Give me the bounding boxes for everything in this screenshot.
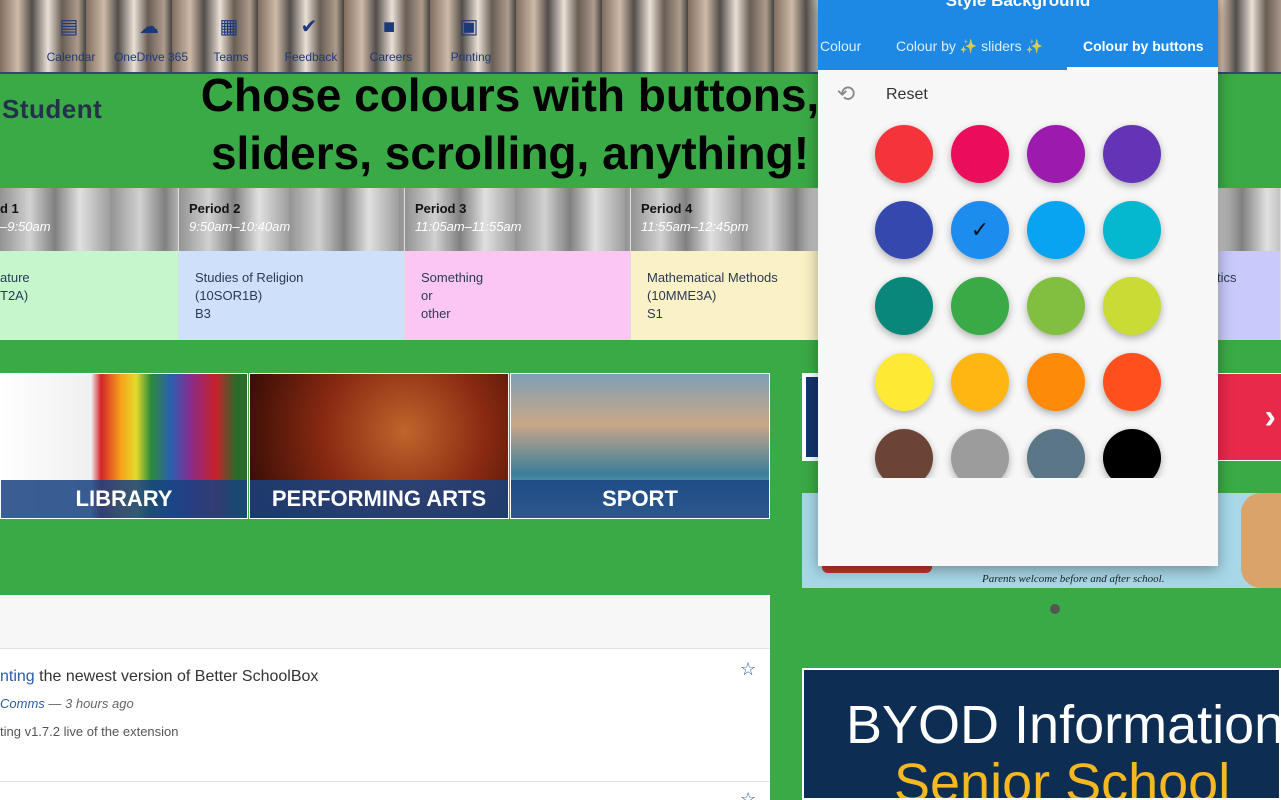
calendar-icon: ▤ — [59, 16, 79, 38]
news-list: nting the newest version of Better Schoo… — [0, 649, 770, 800]
style-background-popup: Style Background Colour Colour by ✨ slid… — [818, 0, 1218, 566]
tab-colour-by-sliders[interactable]: Colour by ✨ sliders ✨ — [896, 38, 1043, 55]
period-time: 9:50am–10:40am — [189, 219, 291, 234]
subject-name: Studies of Religion — [195, 270, 304, 285]
nav-item-label: Printing — [450, 50, 492, 64]
period-name: Period 2 — [189, 201, 241, 216]
subject-name: Mathematical Methods — [647, 270, 778, 285]
carousel-dot[interactable] — [1050, 604, 1060, 614]
period-name: d 1 — [0, 201, 19, 216]
colour-swatch[interactable] — [875, 201, 933, 259]
period-name: Period 4 — [641, 201, 693, 216]
news-item-title[interactable]: nting the newest version of Better Schoo… — [0, 668, 318, 686]
period-header-3: Period 3 11:05am–11:55am — [405, 188, 631, 251]
colour-swatch[interactable] — [1103, 125, 1161, 183]
period-cell-2[interactable]: Studies of Religion (10SOR1B) B3 — [179, 251, 405, 340]
tab-colour[interactable]: Colour — [820, 38, 861, 54]
colour-swatch[interactable] — [1103, 429, 1161, 478]
nav-item-label: Feedback — [284, 50, 338, 64]
swatch-grid: ✓ — [818, 110, 1218, 478]
colour-swatch[interactable] — [1103, 277, 1161, 335]
page-title: Student — [2, 94, 103, 124]
tile-label: PERFORMING ARTS — [250, 480, 508, 518]
star-icon[interactable]: ☆ — [740, 659, 756, 680]
byod-subtitle: Senior School — [894, 753, 1231, 800]
period-time: 11:05am–11:55am — [415, 219, 522, 234]
nav-item-label: OneDrive 365 — [113, 50, 189, 64]
colour-swatch[interactable] — [951, 353, 1009, 411]
news-header — [0, 595, 770, 649]
news-item-meta: Comms — 3 hours ago — [0, 696, 134, 711]
chevron-right-icon: › — [1264, 398, 1276, 436]
nav-item-label: Careers — [369, 50, 413, 64]
period-header-1: d 1 –9:50am — [0, 188, 179, 251]
colour-swatch[interactable] — [1027, 201, 1085, 259]
colour-swatch[interactable] — [951, 277, 1009, 335]
cloud-icon: ☁ — [139, 16, 159, 38]
tile-label: LIBRARY — [1, 480, 247, 518]
printer-icon: ▣ — [459, 16, 479, 38]
popup-title: Style Background — [945, 0, 1091, 10]
caption-line: sliders, scrolling, anything! — [210, 127, 810, 179]
briefcase-icon: ■ — [382, 16, 396, 38]
colour-swatch[interactable] — [1103, 353, 1161, 411]
caption-line: Chose colours with buttons, — [200, 69, 820, 121]
nav-item-label: Calendar — [46, 50, 96, 64]
news-title-highlight: nting — [0, 668, 35, 685]
tab-colour-by-buttons[interactable]: Colour by buttons — [1083, 38, 1204, 54]
subject-name: ature — [0, 270, 30, 285]
colour-swatch[interactable] — [875, 429, 933, 478]
period-header-2: Period 2 9:50am–10:40am — [179, 188, 405, 251]
banner-character-illustration — [1241, 493, 1281, 588]
period-cell-3[interactable]: Something or other — [405, 251, 631, 340]
subject-code: T2A) — [0, 288, 29, 303]
period-name: Period 3 — [415, 201, 467, 216]
performing-arts-tile[interactable]: PERFORMING ARTS — [249, 373, 509, 519]
colour-swatch[interactable] — [875, 277, 933, 335]
period-time: 11:55am–12:45pm — [641, 219, 749, 234]
library-tile[interactable]: LIBRARY — [0, 373, 248, 519]
parents-banner-text: Parents welcome before and after school. — [982, 573, 1165, 585]
subject-code: (10SOR1B) — [195, 288, 263, 303]
sport-tile[interactable]: SPORT — [510, 373, 770, 519]
colour-swatch[interactable] — [1027, 353, 1085, 411]
overlay-caption: Chose colours with buttons, sliders, scr… — [150, 66, 870, 182]
subject-room: S1 — [647, 306, 663, 321]
colour-swatch[interactable] — [875, 353, 933, 411]
byod-banner[interactable]: BYOD Information Senior School — [802, 668, 1281, 800]
teams-icon: ▦ — [219, 16, 239, 38]
colour-swatch[interactable] — [1027, 125, 1085, 183]
popup-header: Style Background Colour Colour by ✨ slid… — [818, 0, 1218, 70]
news-time: — 3 hours ago — [44, 696, 134, 711]
byod-title: BYOD Information — [846, 695, 1281, 755]
colour-swatch[interactable]: ✓ — [951, 201, 1009, 259]
colour-swatch[interactable] — [951, 429, 1009, 478]
colour-swatch[interactable] — [951, 125, 1009, 183]
check-icon: ✓ — [970, 217, 990, 242]
active-tab-indicator — [1067, 67, 1218, 70]
tile-label: SPORT — [511, 480, 769, 518]
subject-code: (10MME3A) — [647, 288, 717, 303]
subject-name: tics — [1217, 270, 1237, 285]
news-item-excerpt: ting v1.7.2 live of the extension — [0, 724, 179, 739]
reset-icon[interactable]: ⟲ — [834, 82, 858, 106]
divider — [0, 781, 770, 782]
subject-name: Something — [421, 270, 484, 285]
nav-item-label: Teams — [213, 50, 249, 64]
period-cell-1[interactable]: ature T2A) — [0, 251, 179, 340]
subject-code: or — [421, 288, 433, 303]
star-icon[interactable]: ☆ — [740, 789, 756, 800]
reset-button[interactable]: Reset — [886, 86, 928, 104]
colour-swatch[interactable] — [1027, 277, 1085, 335]
subject-room: B3 — [195, 306, 211, 321]
period-time: –9:50am — [0, 219, 51, 234]
news-author[interactable]: Comms — [0, 696, 45, 711]
subject-room: other — [421, 306, 451, 321]
check-icon: ✔ — [300, 16, 318, 38]
colour-swatch[interactable] — [875, 125, 933, 183]
colour-swatch[interactable] — [1027, 429, 1085, 478]
news-title-text: the newest version of Better SchoolBox — [34, 668, 319, 685]
nav-item-printing[interactable]: ▣ Printing — [451, 10, 546, 66]
colour-swatch[interactable] — [1103, 201, 1161, 259]
